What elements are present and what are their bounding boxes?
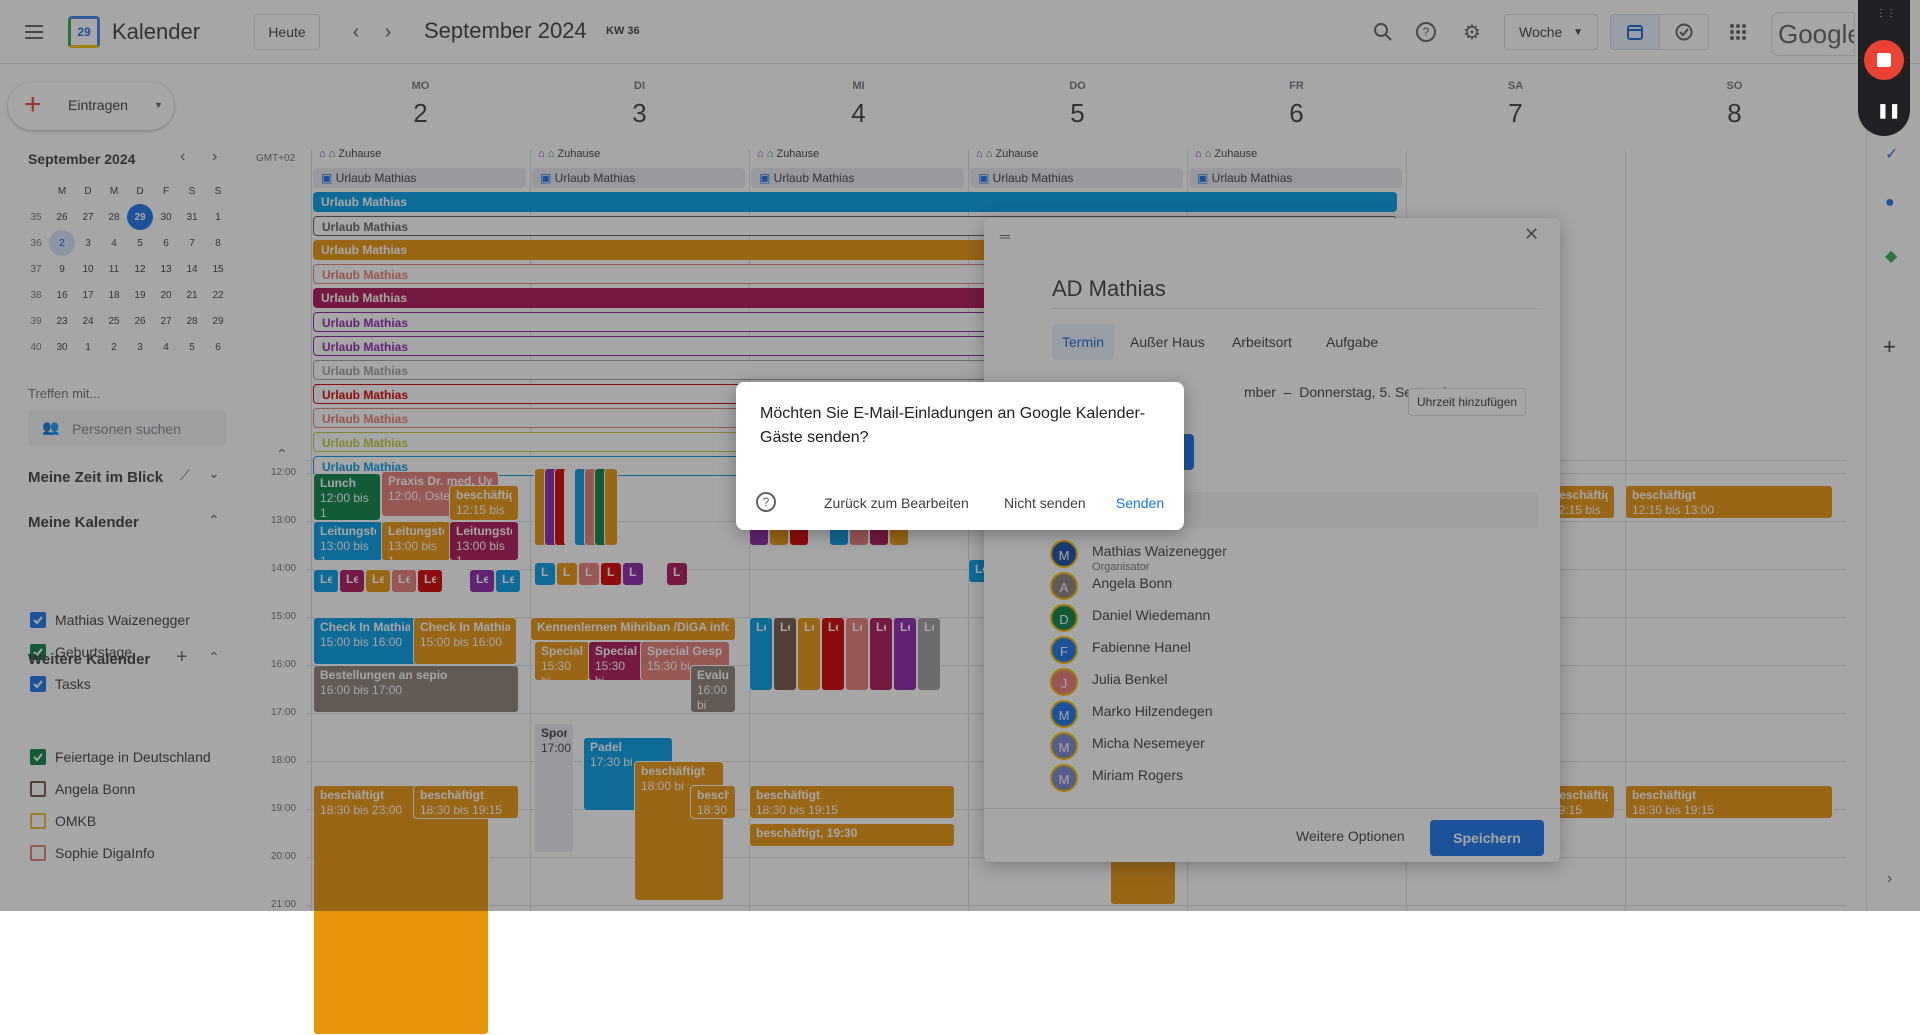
grip-icon[interactable]: ⋮⋮ <box>1876 8 1896 19</box>
dialog-message: Möchten Sie E-Mail-Einladungen an Google… <box>760 405 1146 446</box>
send-button[interactable]: Senden <box>1108 485 1172 521</box>
send-invitations-dialog: Möchten Sie E-Mail-Einladungen an Google… <box>736 382 1184 530</box>
pause-icon[interactable]: ❚❚ <box>1877 102 1900 119</box>
back-to-edit-button[interactable]: Zurück zum Bearbeiten <box>824 495 969 511</box>
dont-send-button[interactable]: Nicht senden <box>1004 495 1086 511</box>
stop-recording-icon[interactable] <box>1864 40 1904 80</box>
help-circle-icon[interactable]: ? <box>756 492 776 512</box>
recorder-widget: ⋮⋮ ❚❚ <box>1858 0 1910 136</box>
